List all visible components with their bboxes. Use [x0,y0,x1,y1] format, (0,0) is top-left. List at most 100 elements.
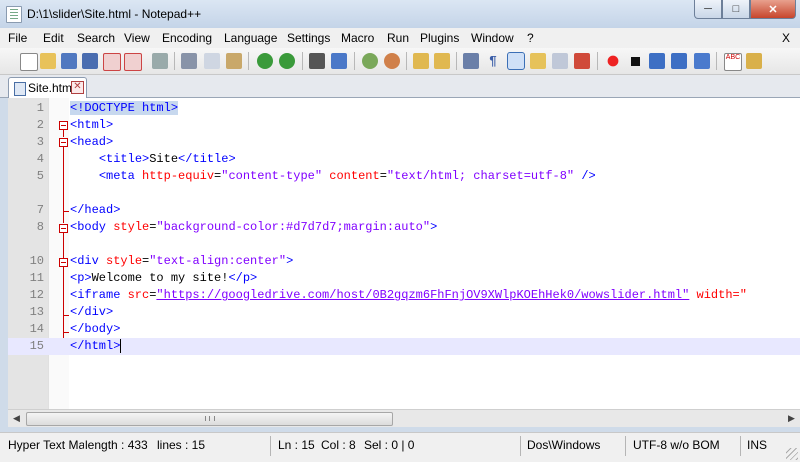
tag-token: <head> [70,135,114,149]
document-close-x[interactable]: X [782,31,790,45]
menu-plugins[interactable]: Plugins [420,31,459,45]
line-number: 8 [36,220,44,234]
save-macro-icon[interactable] [694,53,710,69]
equals-token: = [379,169,387,183]
maximize-icon: □ [732,3,740,15]
text-token: Site [149,152,179,166]
scroll-left-icon[interactable]: ◀ [10,412,23,425]
horizontal-scrollbar[interactable]: ◀ ▶ [8,409,800,427]
plugin-settings-icon[interactable] [746,53,762,69]
code-line: 2 <html> [8,117,800,134]
toolbar: ¶ ABC [0,48,800,75]
tag-token: > [286,254,294,268]
save-all-icon[interactable] [82,53,98,69]
new-file-icon[interactable] [20,53,38,71]
attribute-token: content [322,169,380,183]
url-token[interactable]: "https://googledrive.com/host/0B2gqzm6Fh… [156,288,689,302]
minimize-button[interactable]: ─ [694,0,722,19]
stop-recording-icon[interactable] [627,53,643,69]
sync-horizontal-icon[interactable] [434,53,450,69]
open-file-icon[interactable] [40,53,56,69]
toolbar-separator [456,52,457,70]
play-macro-icon[interactable] [649,53,665,69]
scroll-right-icon[interactable]: ▶ [785,412,798,425]
word-wrap-icon[interactable] [463,53,479,69]
tag-token: <title> [98,152,150,166]
status-line: Ln : 15 [278,438,315,452]
undo-icon[interactable] [257,53,273,69]
status-eol: Dos\Windows [527,438,601,452]
code-line: 13 </div> [8,304,800,321]
spell-check-icon[interactable]: ABC [724,53,742,71]
line-number: 1 [36,101,44,115]
menu-file[interactable]: File [8,31,27,45]
code-editor[interactable]: 1 <!DOCTYPE html> 2 <html> 3 <head> 4 <titl… [8,98,800,409]
function-list-icon[interactable] [574,53,590,69]
play-macro-multiple-icon[interactable] [671,53,687,69]
document-map-icon[interactable] [552,53,568,69]
text-caret [120,338,122,353]
tag-token: <iframe [70,288,128,302]
scrollbar-thumb[interactable] [26,412,393,426]
redo-icon[interactable] [279,53,295,69]
code-line: 1 <!DOCTYPE html> [8,100,800,117]
menu-edit[interactable]: Edit [43,31,64,45]
close-button[interactable]: ✕ [750,0,796,19]
doctype-token: <!DOCTYPE html> [70,101,179,115]
menu-search[interactable]: Search [77,31,115,45]
tag-token: /> [574,169,596,183]
record-macro-icon[interactable] [605,53,621,69]
save-icon[interactable] [61,53,77,69]
menu-macro[interactable]: Macro [341,31,374,45]
paste-icon[interactable] [226,53,242,69]
sync-vertical-icon[interactable] [413,53,429,69]
tag-token: <html> [70,118,114,132]
menu-language[interactable]: Language [224,31,277,45]
tab-site-html[interactable]: Site.html ✕ [8,77,87,98]
attribute-token: http-equiv [142,169,215,183]
close-file-icon[interactable] [103,53,121,71]
tag-token: > [430,220,438,234]
menu-run[interactable]: Run [387,31,409,45]
menu-help[interactable]: ? [527,31,534,45]
zoom-out-icon[interactable] [384,53,400,69]
status-lines: lines : 15 [157,438,206,452]
status-insert-mode: INS [747,438,768,452]
menu-window[interactable]: Window [471,31,514,45]
attribute-token: style [106,254,143,268]
user-defined-language-icon[interactable] [530,53,546,69]
tag-token: <div [70,254,107,268]
menu-encoding[interactable]: Encoding [162,31,212,45]
attribute-token: width=" [689,288,747,302]
code-line: 14 </body> [8,321,800,338]
current-line: 15 </html> [8,338,800,355]
attribute-token: style [113,220,150,234]
menu-view[interactable]: View [124,31,150,45]
minimize-icon: ─ [704,3,712,15]
show-all-characters-icon[interactable]: ¶ [485,53,501,69]
status-bar: Hyper Text Ma length : 433 lines : 15 Ln… [0,432,800,462]
line-number: 4 [36,152,44,166]
print-icon[interactable] [152,53,168,69]
title-bar: D:\1\slider\Site.html - Notepad++ ─ □ ✕ [0,0,800,28]
replace-icon[interactable] [331,53,347,69]
line-number: 13 [29,305,44,319]
notepadpp-icon[interactable] [6,6,22,23]
cut-icon[interactable] [181,53,197,69]
indent-guide-icon[interactable] [507,52,525,70]
toolbar-separator [174,52,175,70]
resize-grip-icon[interactable] [786,448,798,460]
tab-close-icon[interactable]: ✕ [71,81,84,94]
maximize-button[interactable]: □ [722,0,750,19]
find-icon[interactable] [309,53,325,69]
tag-token: </head> [70,203,121,217]
code-line: 11 <p>Welcome to my site!</p> [8,270,800,287]
menu-settings[interactable]: Settings [287,31,330,45]
copy-icon[interactable] [204,53,220,69]
status-separator [270,436,271,456]
close-all-icon[interactable] [124,53,142,71]
toolbar-separator [406,52,407,70]
zoom-in-icon[interactable] [362,53,378,69]
